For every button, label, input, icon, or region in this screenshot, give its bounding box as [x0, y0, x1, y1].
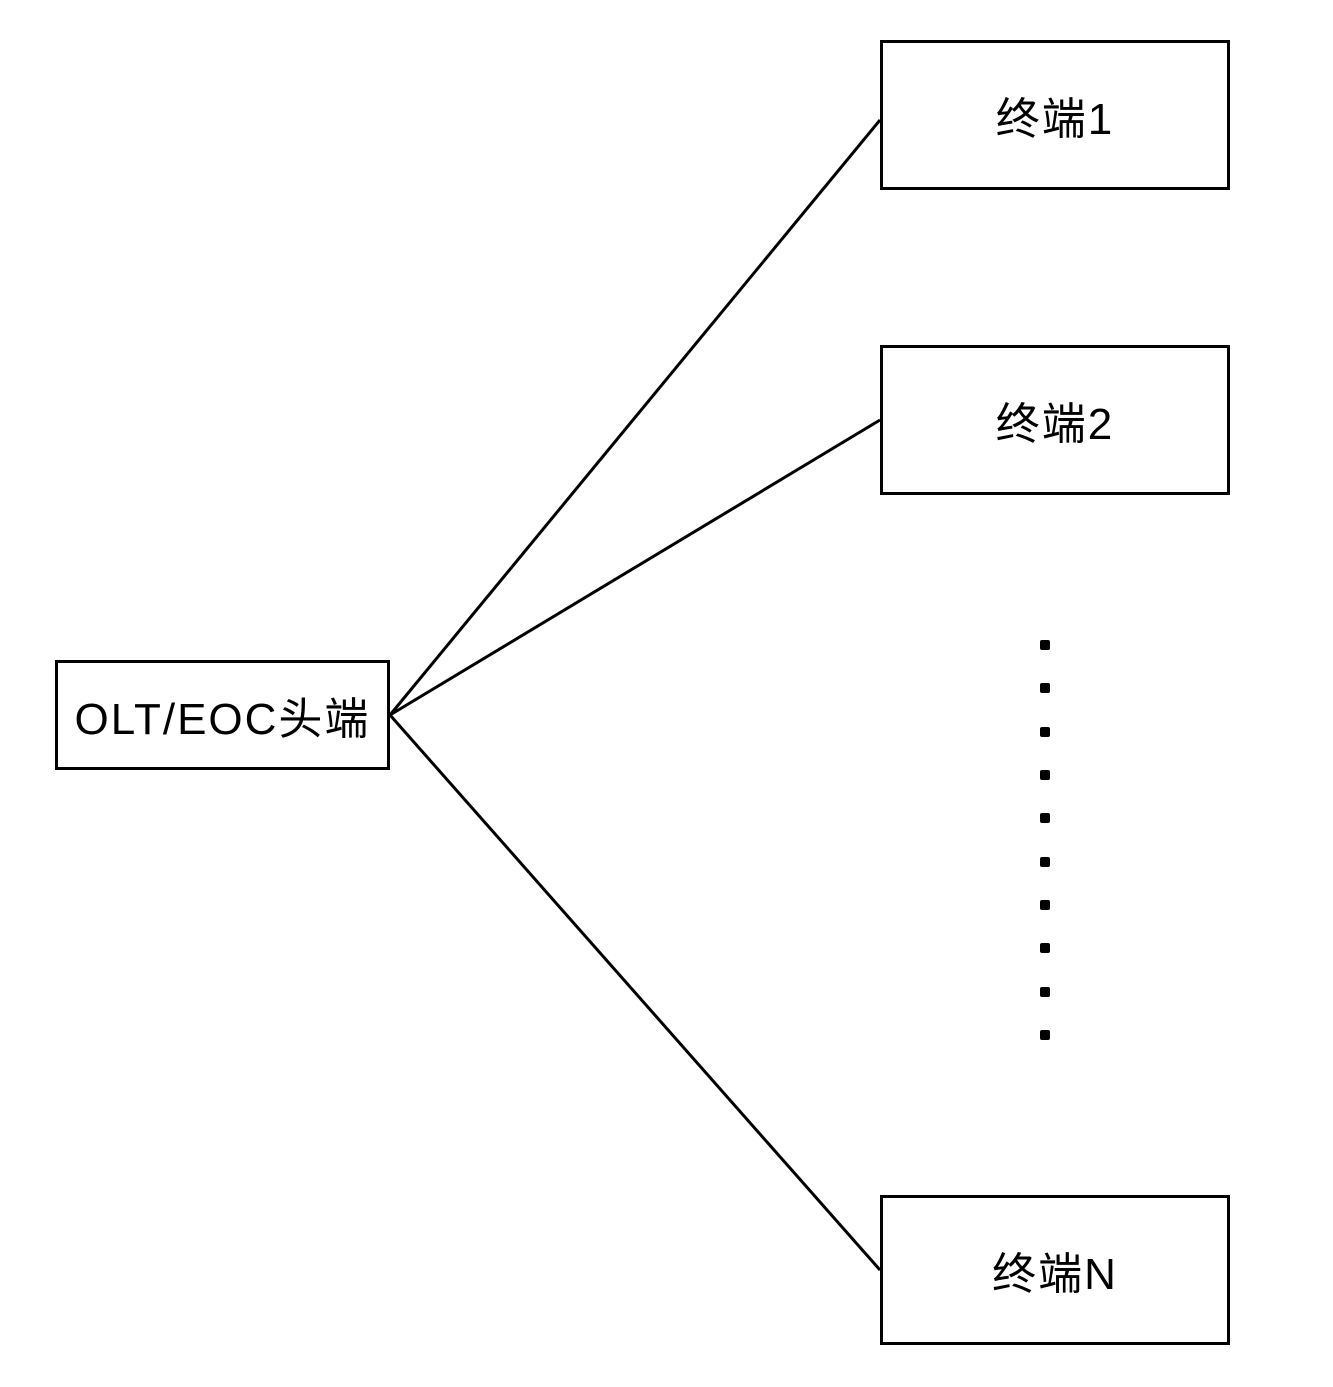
line-head-to-t1 [390, 120, 880, 715]
dot-icon [1040, 770, 1050, 780]
dot-icon [1040, 727, 1050, 737]
terminal-n-label: 终端N [992, 1238, 1118, 1302]
dot-icon [1040, 683, 1050, 693]
ellipsis-dots [1030, 640, 1060, 1040]
terminal-2-box: 终端2 [880, 345, 1230, 495]
line-head-to-t2 [390, 420, 880, 715]
dot-icon [1040, 813, 1050, 823]
head-end-label: OLT/EOC头端 [75, 683, 371, 747]
head-end-box: OLT/EOC头端 [55, 660, 390, 770]
terminal-1-box: 终端1 [880, 40, 1230, 190]
terminal-2-label: 终端2 [996, 388, 1114, 452]
terminal-1-label: 终端1 [996, 83, 1114, 147]
dot-icon [1040, 987, 1050, 997]
dot-icon [1040, 1030, 1050, 1040]
network-diagram: OLT/EOC头端 终端1 终端2 终端N [0, 0, 1333, 1387]
dot-icon [1040, 857, 1050, 867]
dot-icon [1040, 943, 1050, 953]
dot-icon [1040, 640, 1050, 650]
terminal-n-box: 终端N [880, 1195, 1230, 1345]
line-head-to-tn [390, 715, 880, 1270]
dot-icon [1040, 900, 1050, 910]
